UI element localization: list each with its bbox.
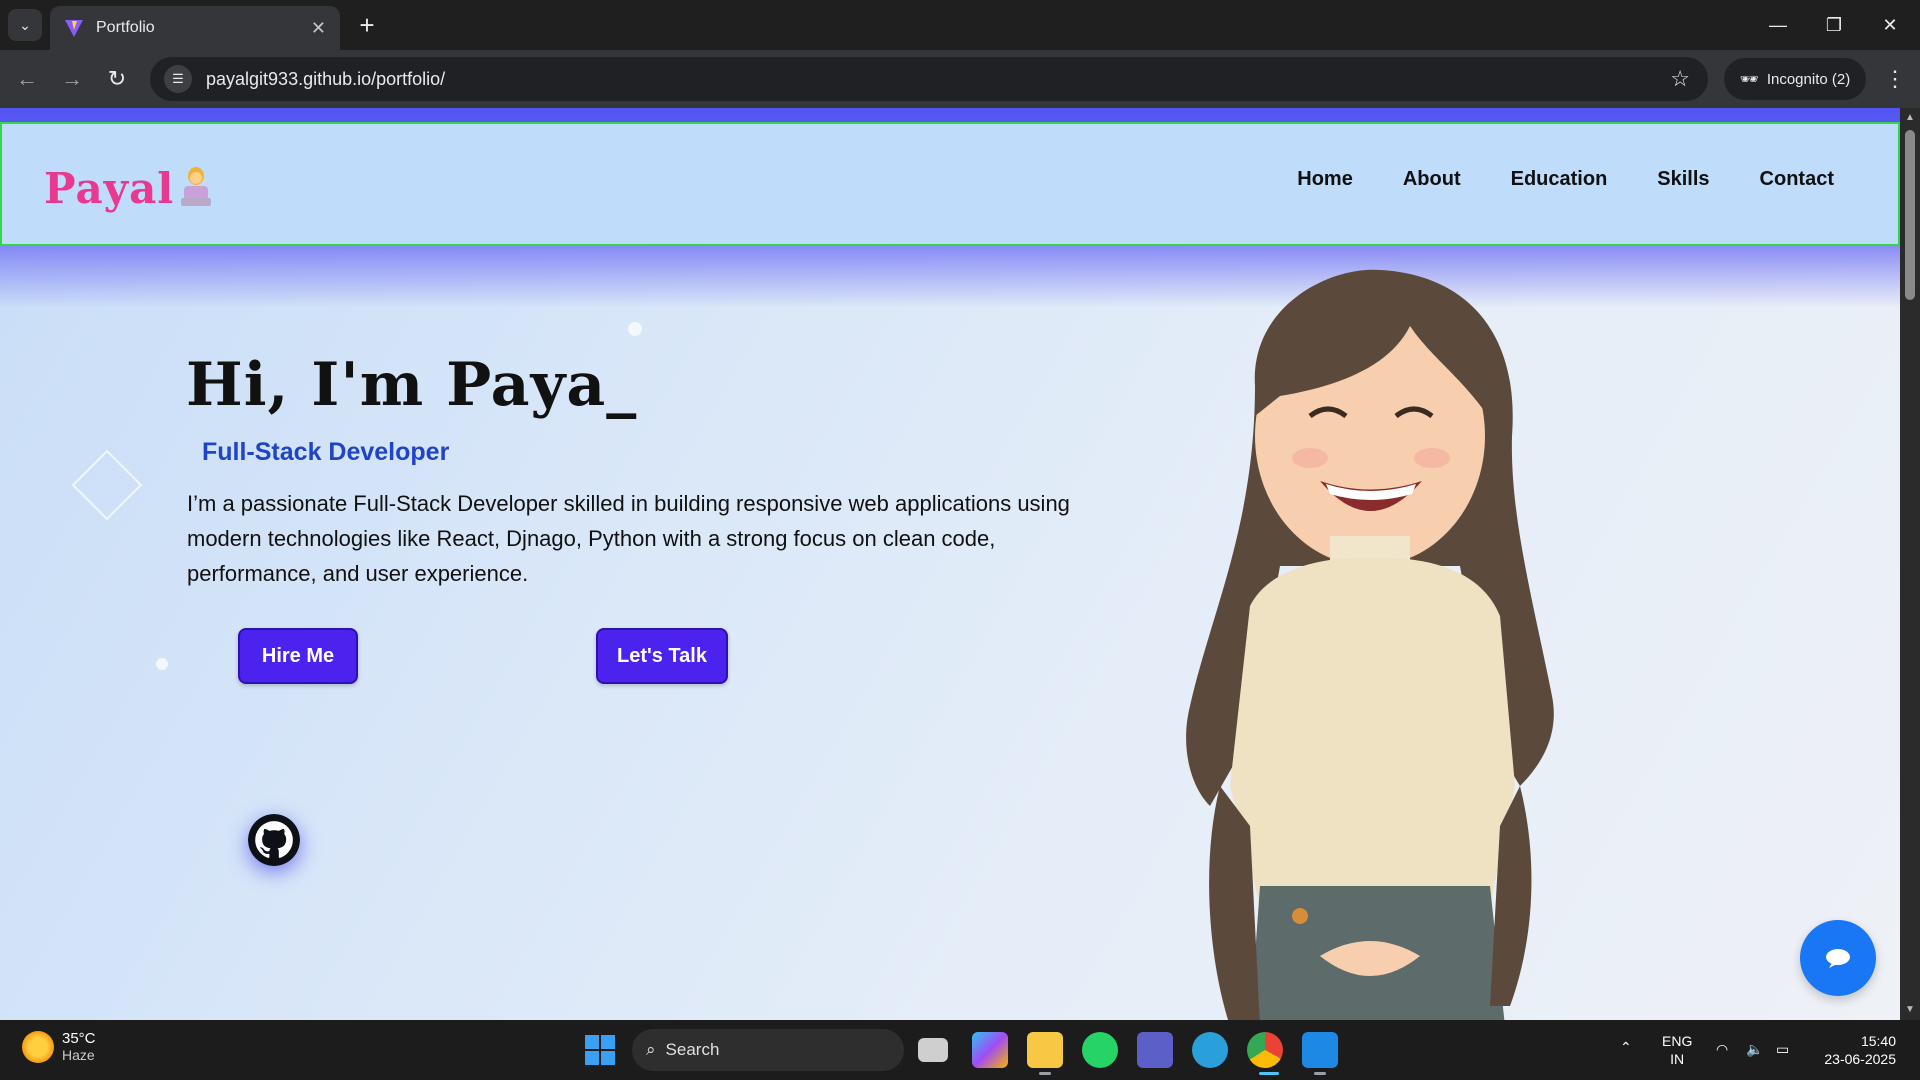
hero-bio: I’m a passionate Full-Stack Developer sk… bbox=[187, 491, 1070, 586]
incognito-label: Incognito (2) bbox=[1766, 70, 1851, 88]
restore-window-icon[interactable]: ❐ bbox=[1806, 0, 1862, 50]
clock-time: 15:40 bbox=[1860, 1033, 1896, 1049]
bookmark-star-icon[interactable]: ☆ bbox=[1670, 66, 1690, 92]
hero-illustration bbox=[1186, 269, 1554, 1020]
clock-date: 23-06-2025 bbox=[1824, 1051, 1896, 1067]
close-window-icon[interactable]: ✕ bbox=[1862, 0, 1918, 50]
close-tab-icon[interactable]: ✕ bbox=[311, 18, 326, 39]
taskbar-search[interactable]: ⌕ Search bbox=[632, 1029, 904, 1071]
site-navbar: Payal Home About Education Skills Contac… bbox=[0, 122, 1900, 246]
lang-code: ENG bbox=[1662, 1033, 1693, 1049]
decorative-dot bbox=[628, 322, 642, 336]
weather-widget[interactable]: 35°C Haze bbox=[22, 1030, 96, 1063]
nav-home[interactable]: Home bbox=[1297, 168, 1353, 191]
copilot-icon[interactable] bbox=[972, 1032, 1008, 1068]
nav-skills[interactable]: Skills bbox=[1657, 168, 1709, 191]
running-indicator bbox=[1314, 1072, 1326, 1075]
incognito-icon: 🕶 bbox=[1739, 71, 1759, 88]
site-settings-icon[interactable]: ☰ bbox=[164, 65, 192, 93]
nav-links: Home About Education Skills Contact bbox=[1297, 168, 1834, 191]
nav-contact[interactable]: Contact bbox=[1760, 168, 1834, 191]
show-hidden-icons-chevron-icon[interactable]: ⌃ bbox=[1620, 1038, 1632, 1056]
wifi-icon[interactable]: ◠ bbox=[1716, 1040, 1728, 1058]
task-view-icon[interactable] bbox=[918, 1038, 948, 1062]
page-viewport: Payal Home About Education Skills Contac… bbox=[0, 108, 1900, 1020]
clock[interactable]: 15:40 23-06-2025 bbox=[1816, 1032, 1896, 1068]
active-indicator bbox=[1259, 1072, 1279, 1075]
weather-desc: Haze bbox=[62, 1047, 95, 1063]
chat-bubble-icon bbox=[1826, 949, 1850, 968]
scrollbar-thumb[interactable] bbox=[1905, 130, 1915, 300]
chrome-icon[interactable] bbox=[1247, 1032, 1283, 1068]
battery-icon[interactable]: ▭ bbox=[1776, 1040, 1789, 1058]
incognito-indicator[interactable]: 🕶 Incognito (2) bbox=[1724, 58, 1866, 100]
nav-about[interactable]: About bbox=[1403, 168, 1461, 191]
forward-arrow-icon[interactable]: → bbox=[55, 62, 89, 96]
start-button[interactable] bbox=[582, 1032, 618, 1068]
nav-education[interactable]: Education bbox=[1511, 168, 1608, 191]
hero-role: Full-Stack Developer bbox=[202, 438, 450, 466]
browser-tab-bar: ⌄ Portfolio ✕ + — ❐ ✕ bbox=[0, 0, 1920, 50]
running-indicator bbox=[1039, 1072, 1051, 1075]
decorative-diamond bbox=[71, 449, 143, 521]
address-bar[interactable]: ☰ payalgit933.github.io/portfolio/ ☆ bbox=[150, 57, 1708, 101]
vscode-icon[interactable] bbox=[1302, 1032, 1338, 1068]
lang-region: IN bbox=[1670, 1051, 1685, 1067]
scroll-up-icon[interactable]: ▲ bbox=[1904, 112, 1916, 124]
lets-talk-button[interactable]: Let's Talk bbox=[596, 628, 728, 684]
windows-logo-icon bbox=[585, 1035, 615, 1065]
hero-greeting: Hi, I'm Paya_ bbox=[186, 350, 638, 420]
page-scrollbar[interactable]: ▲ ▼ bbox=[1900, 108, 1920, 1020]
chat-button[interactable] bbox=[1800, 920, 1876, 996]
person-at-laptop-emoji-icon bbox=[181, 167, 211, 206]
browser-toolbar: ← → ↻ ☰ payalgit933.github.io/portfolio/… bbox=[0, 50, 1920, 108]
decorative-dot bbox=[156, 658, 168, 670]
vite-favicon-icon bbox=[65, 20, 83, 37]
new-tab-button[interactable]: + bbox=[352, 10, 382, 40]
search-placeholder: Search bbox=[665, 1040, 720, 1059]
windows-taskbar: 35°C Haze ⌕ Search ⌃ ENG IN ◠ 🔈 ▭ 15:40 … bbox=[0, 1020, 1920, 1080]
volume-icon[interactable]: 🔈 bbox=[1746, 1040, 1763, 1058]
back-arrow-icon[interactable]: ← bbox=[10, 62, 44, 96]
telegram-icon[interactable] bbox=[1192, 1032, 1228, 1068]
site-logo[interactable]: Payal bbox=[44, 164, 174, 213]
teams-icon[interactable] bbox=[1137, 1032, 1173, 1068]
reload-icon[interactable]: ↻ bbox=[100, 62, 134, 96]
tab-title: Portfolio bbox=[96, 19, 155, 36]
language-indicator[interactable]: ENG IN bbox=[1662, 1032, 1692, 1068]
minimize-window-icon[interactable]: — bbox=[1750, 0, 1806, 50]
weather-temp: 35°C bbox=[62, 1030, 96, 1047]
hazy-sun-icon bbox=[22, 1030, 54, 1063]
search-icon: ⌕ bbox=[646, 1040, 656, 1059]
tab-search-button[interactable]: ⌄ bbox=[8, 9, 42, 41]
browser-tab-portfolio[interactable]: Portfolio ✕ bbox=[50, 6, 340, 50]
url-text[interactable]: payalgit933.github.io/portfolio/ bbox=[206, 69, 1670, 90]
scroll-down-icon[interactable]: ▼ bbox=[1904, 1004, 1916, 1016]
whatsapp-icon[interactable] bbox=[1082, 1032, 1118, 1068]
browser-menu-icon[interactable]: ⋮ bbox=[1880, 62, 1910, 96]
hire-me-button[interactable]: Hire Me bbox=[238, 628, 358, 684]
file-explorer-icon[interactable] bbox=[1027, 1032, 1063, 1068]
github-icon[interactable] bbox=[248, 814, 300, 866]
